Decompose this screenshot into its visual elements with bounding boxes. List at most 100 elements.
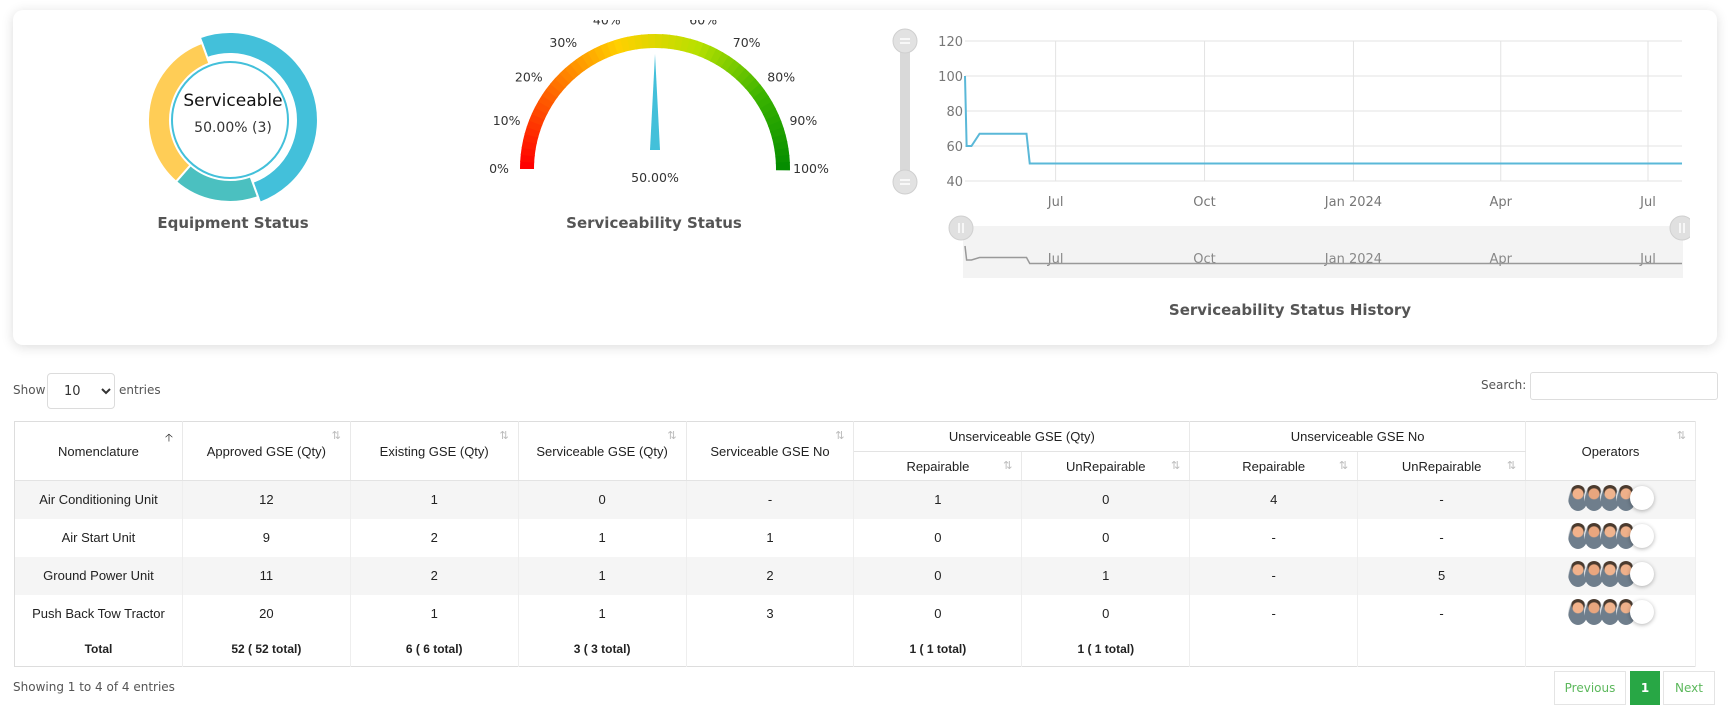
cell-serviceable-qty: 0 (518, 480, 687, 519)
th-un-unrepairable-label: UnRepairable (1401, 458, 1482, 474)
donut-slice[interactable] (174, 163, 260, 203)
entries-per-page-select[interactable]: 10 (47, 373, 115, 409)
x-tick-label: Apr (1489, 195, 1512, 210)
th-un-unrepairable[interactable]: UnRepairable ⇅ (1357, 451, 1527, 481)
cell-un-unrepairable: - (1357, 480, 1527, 519)
footer-empty-cell (1189, 632, 1359, 667)
x-tick-label: Jul (1047, 195, 1064, 210)
cell-uq-repairable: 1 (853, 480, 1023, 519)
table-row[interactable]: Push Back Tow Tractor 20 1 1 3 0 0- - (14, 594, 1696, 633)
footer-empty-cell (1357, 632, 1527, 667)
donut-center-value: 50.00% (3) (194, 120, 272, 136)
y-range-slider-bottom-handle[interactable] (892, 169, 918, 195)
cell-approved: 12 (182, 480, 351, 519)
cell-un-repairable: 4 (1189, 480, 1359, 519)
y-range-slider-top-handle[interactable] (892, 28, 918, 54)
table-row[interactable]: Ground Power Unit 11 2 1 2 0 1-5 (14, 556, 1696, 595)
more-operators-icon[interactable] (1629, 600, 1654, 624)
th-uq-repairable[interactable]: Repairable ⇅ (853, 451, 1023, 481)
gauge-tick-label: 0% (489, 161, 509, 176)
x-tick-label: Oct (1193, 195, 1215, 210)
gauge-value-label: 50.00% (631, 170, 679, 185)
x-tick-label: Jan 2024 (1324, 195, 1382, 210)
th-serviceable-qty[interactable]: Serviceable GSE (Qty) ⇅ (518, 421, 687, 481)
th-un-repairable[interactable]: Repairable ⇅ (1189, 451, 1359, 481)
cell-serviceable-no: - (686, 480, 855, 519)
cell-serviceable-qty: 1 (518, 556, 687, 595)
th-serviceable-no-label: Serviceable GSE No (710, 443, 830, 459)
th-un-repairable-label: Repairable (1242, 458, 1306, 474)
gauge-needle (650, 54, 660, 150)
previous-page-button[interactable]: Previous (1554, 671, 1626, 705)
current-page-button[interactable]: 1 (1630, 671, 1660, 705)
serviceability-history-chart: 40 60 80 100 120 Jul Oct Jan 2024 Apr Jul Jul Oct… (892, 28, 1690, 278)
cell-existing: 1 (350, 480, 519, 519)
more-operators-icon[interactable] (1629, 486, 1654, 511)
serviceability-status-title: Serviceability Status (566, 214, 742, 232)
cell-operators (1525, 518, 1696, 557)
footer-total-label: Total (14, 632, 183, 667)
operators-avatar-group[interactable] (1567, 523, 1654, 549)
gse-table: Nomenclature 🡡 Approved GSE (Qty) ⇅ Existi… (14, 421, 1696, 667)
th-existing-gse[interactable]: Existing GSE (Qty) ⇅ (350, 421, 519, 481)
operators-avatar-group[interactable] (1567, 485, 1654, 512)
operators-avatar-group[interactable] (1567, 561, 1654, 587)
table-row[interactable]: Air Conditioning Unit 12 1 0-1 0 4- (14, 480, 1696, 519)
th-nomenclature[interactable]: Nomenclature 🡡 (14, 421, 183, 481)
th-approved-gse[interactable]: Approved GSE (Qty) ⇅ (182, 421, 351, 481)
gauge-tick-label: 20% (515, 69, 543, 84)
footer-uq-unrepairable-total: 1 ( 1 total) (1021, 632, 1191, 667)
th-unserviceable-no-label: Unserviceable GSE No (1290, 429, 1425, 444)
footer-serviceable-total: 3 ( 3 total) (518, 632, 687, 667)
serviceability-gauge: 0%10%20%30%40%50%60%70%80%90%100% 50.00% (489, 20, 829, 185)
y-range-slider-track[interactable] (900, 39, 910, 187)
th-uq-unrepairable-label: UnRepairable (1066, 458, 1146, 474)
search-input[interactable] (1530, 372, 1718, 400)
cell-un-repairable: - (1189, 518, 1359, 557)
donut-center-label: Serviceable (183, 91, 282, 111)
th-nomenclature-label: Nomenclature (57, 443, 139, 459)
sort-icon: ⇅ (331, 430, 341, 442)
equipment-status-donut: Serviceable 50.00% (3) (147, 31, 319, 204)
more-operators-icon[interactable] (1629, 524, 1654, 548)
cell-serviceable-no: 1 (686, 518, 855, 557)
th-operators[interactable]: Operators ⇅ (1525, 421, 1696, 481)
footer-empty-cell (686, 632, 855, 667)
x-tick-label: Jul (1639, 195, 1656, 210)
sort-icon: ⇅ (1171, 460, 1181, 472)
show-label: Show (13, 383, 46, 397)
cell-un-repairable: - (1189, 594, 1359, 633)
navigator-background[interactable] (963, 226, 1683, 278)
gauge-tick-label: 40% (593, 20, 621, 28)
more-operators-icon[interactable] (1629, 562, 1654, 586)
th-operators-label: Operators (1581, 443, 1640, 459)
sort-icon: ⇅ (1506, 460, 1517, 472)
cell-name: Air Start Unit (14, 518, 183, 557)
cell-operators (1525, 594, 1696, 633)
th-unserviceable-no-group: Unserviceable GSE No (1189, 421, 1527, 452)
navigator-x-tick-label: Apr (1489, 252, 1512, 267)
table-row[interactable]: Air Start Unit 9 2 1 1 0 0- - (14, 518, 1696, 557)
sort-icon: ⇅ (499, 430, 509, 442)
th-unserviceable-qty-label: Unserviceable GSE (Qty) (948, 429, 1095, 444)
y-tick-label: 40 (946, 175, 963, 190)
footer-existing-total: 6 ( 6 total) (350, 632, 519, 667)
operators-avatar-group[interactable] (1567, 599, 1654, 625)
navigator-x-tick-label: Jul (1047, 252, 1064, 267)
next-page-button[interactable]: Next (1663, 671, 1715, 705)
th-serviceable-no[interactable]: Serviceable GSE No ⇅ (686, 421, 855, 481)
donut-slice[interactable] (147, 41, 211, 184)
navigator-right-handle[interactable] (1669, 215, 1690, 241)
gauge-tick-label: 60% (689, 20, 717, 28)
sort-ascending-icon: 🡡 (165, 432, 173, 444)
cell-operators (1525, 556, 1696, 595)
navigator-left-handle[interactable] (948, 215, 974, 241)
entries-label: entries (119, 383, 161, 397)
sort-icon: ⇅ (667, 430, 677, 442)
cell-existing: 2 (350, 556, 519, 595)
th-existing-label: Existing GSE (Qty) (379, 443, 489, 459)
equipment-status-title: Equipment Status (157, 214, 309, 232)
th-uq-unrepairable[interactable]: UnRepairable ⇅ (1021, 451, 1191, 481)
cell-uq-unrepairable: 0 (1021, 518, 1191, 557)
navigator-x-tick-label: Jul (1639, 252, 1656, 267)
